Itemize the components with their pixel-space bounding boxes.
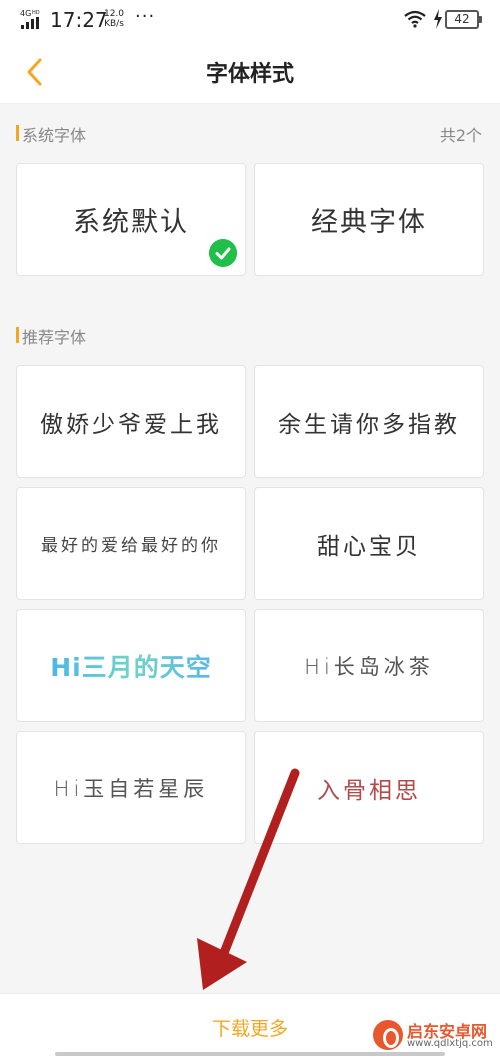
section-count: 共2个	[439, 126, 482, 145]
font-card-classic[interactable]: 经典字体	[254, 163, 484, 276]
charging-icon	[434, 9, 442, 29]
font-card[interactable]: 甜心宝贝	[254, 487, 484, 600]
font-card[interactable]: 余生请你多指教	[254, 365, 484, 478]
section-label: 系统字体	[22, 126, 87, 145]
font-card[interactable]: Hi长岛冰茶	[254, 609, 484, 722]
battery-icon: 42	[445, 10, 482, 29]
font-name: 入骨相思	[317, 777, 421, 804]
nav-bar: 字体样式	[0, 40, 500, 104]
network-speed: 12.0 KB/s	[103, 9, 125, 29]
font-name: 最好的爱给最好的你	[41, 536, 221, 556]
watermark-logo-icon	[373, 1020, 403, 1050]
font-card[interactable]: Hi玉自若星辰	[16, 731, 246, 844]
signal-icon: 4G HD	[20, 9, 40, 29]
font-card[interactable]: 傲娇少爷爱上我	[16, 365, 246, 478]
font-name: 系统默认	[73, 207, 189, 238]
system-fonts-header: 系统字体 共2个	[0, 117, 500, 147]
svg-text:HD: HD	[32, 10, 40, 16]
wifi-icon	[404, 10, 426, 28]
watermark-url: www.qdlxtjq.com	[407, 1038, 493, 1049]
checkmark-icon	[209, 239, 237, 267]
font-name: Hi长岛冰茶	[304, 654, 434, 679]
svg-text:4G: 4G	[20, 9, 31, 18]
page-title: 字体样式	[205, 62, 294, 87]
section-accent-bar	[16, 327, 19, 343]
font-card[interactable]: 入骨相思	[254, 731, 484, 844]
font-name: Hi玉自若星辰	[53, 776, 209, 801]
watermark: 启东安卓网 www.qdlxtjq.com	[373, 1018, 497, 1054]
recommended-fonts-header: 推荐字体	[0, 319, 500, 349]
section-accent-bar	[16, 125, 19, 141]
status-bar: 4G HD 17:27 12.0 KB/s ··· 42	[0, 0, 500, 40]
font-name: 余生请你多指教	[278, 411, 460, 438]
more-notifications-icon: ···	[135, 6, 156, 27]
font-card-system-default[interactable]: 系统默认	[16, 163, 246, 276]
clock: 17:27	[50, 8, 108, 32]
font-card[interactable]: 最好的爱给最好的你	[16, 487, 246, 600]
font-name: 傲娇少爷爱上我	[40, 411, 222, 438]
font-name: 甜心宝贝	[317, 533, 421, 560]
font-name: 经典字体	[311, 207, 427, 238]
font-name: Hi三月的天空	[50, 648, 212, 684]
font-card[interactable]: Hi三月的天空	[16, 609, 246, 722]
section-label: 推荐字体	[22, 328, 87, 347]
